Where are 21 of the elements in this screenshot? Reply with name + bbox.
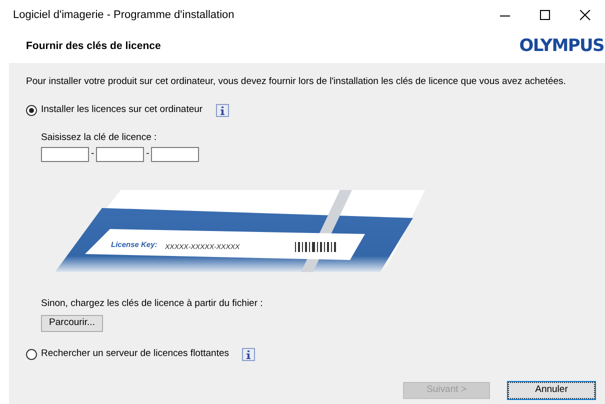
logo: OLYMPUS xyxy=(519,38,604,55)
license-key-field[interactable] xyxy=(151,146,200,162)
field-label: Saisissez la clé de licence : xyxy=(41,130,158,144)
page-heading: Fournir des clés de licence xyxy=(26,38,161,54)
maximize-icon xyxy=(540,10,550,20)
radio-button[interactable] xyxy=(26,104,37,116)
file-prompt: Sinon, chargez les clés de licence à partir du fichier : xyxy=(41,296,264,311)
radio-button[interactable] xyxy=(26,348,37,360)
info-icon[interactable] xyxy=(216,104,229,117)
browse-button[interactable]: Parcourir... xyxy=(41,315,103,332)
separator: - xyxy=(145,147,150,162)
info-icon[interactable] xyxy=(242,348,255,361)
close-icon xyxy=(580,10,590,20)
window-title: Logiciel d'imagerie - Programme d'installation xyxy=(13,8,234,23)
license-key-field[interactable] xyxy=(41,146,89,162)
intro-text: Pour installer votre produit sur cet ordinateur, vous devez fournir lors de l'installation les clés de licence que vous avez achetées. xyxy=(26,75,567,89)
cancel-button[interactable]: Annuler xyxy=(508,382,595,399)
license-key-field[interactable] xyxy=(96,146,144,162)
separator: - xyxy=(90,147,96,162)
option-label[interactable]: Installer les licences sur cet ordinateur xyxy=(41,103,203,118)
option-label[interactable]: Rechercher un serveur de licences flottantes xyxy=(41,347,229,362)
